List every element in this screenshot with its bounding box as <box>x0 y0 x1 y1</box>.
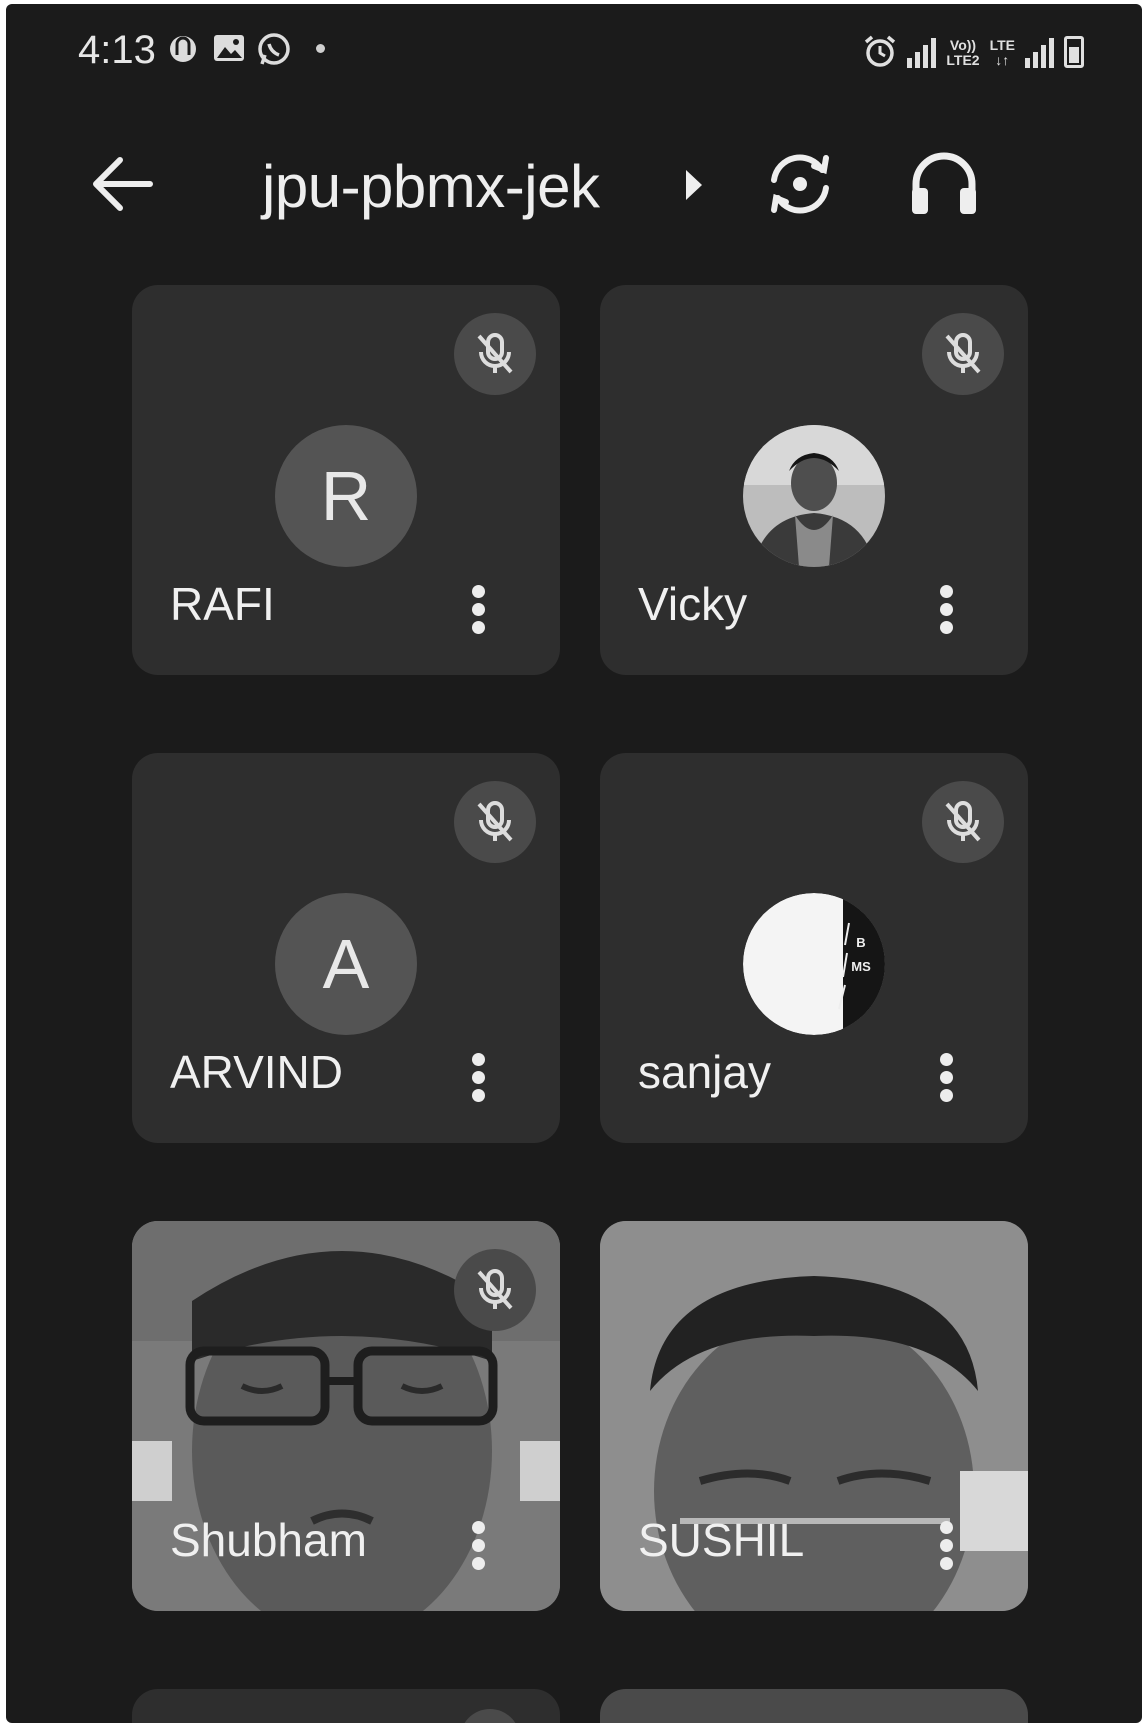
participant-tile-partial[interactable] <box>132 1689 560 1723</box>
meeting-code-title[interactable]: jpu-pbmx-jek <box>262 152 600 221</box>
mic-off-badge <box>922 313 1004 395</box>
battery-icon <box>1064 36 1084 68</box>
logo-letters: BMS <box>851 935 871 974</box>
participant-tile[interactable]: SUSHIL <box>600 1221 1028 1611</box>
audio-output-headphones-icon[interactable] <box>904 144 984 224</box>
participant-name: RAFI <box>170 578 275 630</box>
status-bar: 4:13 Vo)) LTE2 LTE ↓↑ <box>6 4 1142 99</box>
mic-off-icon <box>477 333 513 374</box>
mic-off-badge <box>460 1709 520 1723</box>
switch-camera-icon[interactable] <box>760 144 840 224</box>
avatar-photo <box>743 425 885 567</box>
alarm-icon <box>865 35 896 67</box>
volte-indicator: Vo)) LTE2 <box>946 37 980 68</box>
participant-tile-partial[interactable] <box>600 1689 1028 1723</box>
status-time: 4:13 <box>78 28 156 72</box>
mic-off-badge <box>454 313 536 395</box>
signal-icon-2 <box>1025 38 1054 68</box>
meeting-header: jpu-pbmx-jek <box>6 134 1142 234</box>
participant-name: SUSHIL <box>638 1514 805 1566</box>
lte-indicator: LTE ↓↑ <box>989 37 1015 68</box>
more-options-icon[interactable] <box>940 1053 956 1109</box>
profile-photo-image <box>743 425 885 567</box>
participant-tile[interactable]: Vicky <box>600 285 1028 675</box>
mic-off-icon <box>945 801 981 842</box>
participant-name: sanjay <box>638 1046 771 1098</box>
avatar: R <box>275 425 417 567</box>
avatar-logo: BMS <box>743 893 885 1035</box>
mic-off-badge <box>922 781 1004 863</box>
more-options-icon[interactable] <box>472 585 488 641</box>
system-icons: Vo)) LTE2 LTE ↓↑ <box>863 34 1084 68</box>
participant-name: Shubham <box>170 1514 367 1566</box>
app-notification-icon <box>170 36 196 62</box>
whatsapp-notification-icon <box>258 33 290 65</box>
more-notifications-dot <box>316 44 325 53</box>
back-arrow-icon[interactable] <box>88 152 158 216</box>
mic-off-badge <box>454 781 536 863</box>
signal-icon-1 <box>907 38 937 68</box>
mic-off-icon <box>477 801 513 842</box>
participant-tile[interactable]: R RAFI <box>132 285 560 675</box>
avatar: A <box>275 893 417 1035</box>
participant-tile[interactable]: A ARVIND <box>132 753 560 1143</box>
chevron-right-icon[interactable] <box>686 170 702 200</box>
mic-off-icon <box>477 1269 513 1310</box>
gallery-notification-icon <box>214 35 244 61</box>
more-options-icon[interactable] <box>472 1053 488 1109</box>
participant-tile[interactable]: Shubham <box>132 1221 560 1611</box>
participant-name: ARVIND <box>170 1046 343 1098</box>
meeting-screen: 4:13 Vo)) LTE2 LTE ↓↑ jpu-pbmx-jek R RAF… <box>6 4 1142 1723</box>
more-options-icon[interactable] <box>940 1521 956 1577</box>
more-options-icon[interactable] <box>472 1521 488 1577</box>
mic-off-badge <box>454 1249 536 1331</box>
participant-tile[interactable]: BMS sanjay <box>600 753 1028 1143</box>
participant-name: Vicky <box>638 578 748 630</box>
more-options-icon[interactable] <box>940 585 956 641</box>
mic-off-icon <box>945 333 981 374</box>
